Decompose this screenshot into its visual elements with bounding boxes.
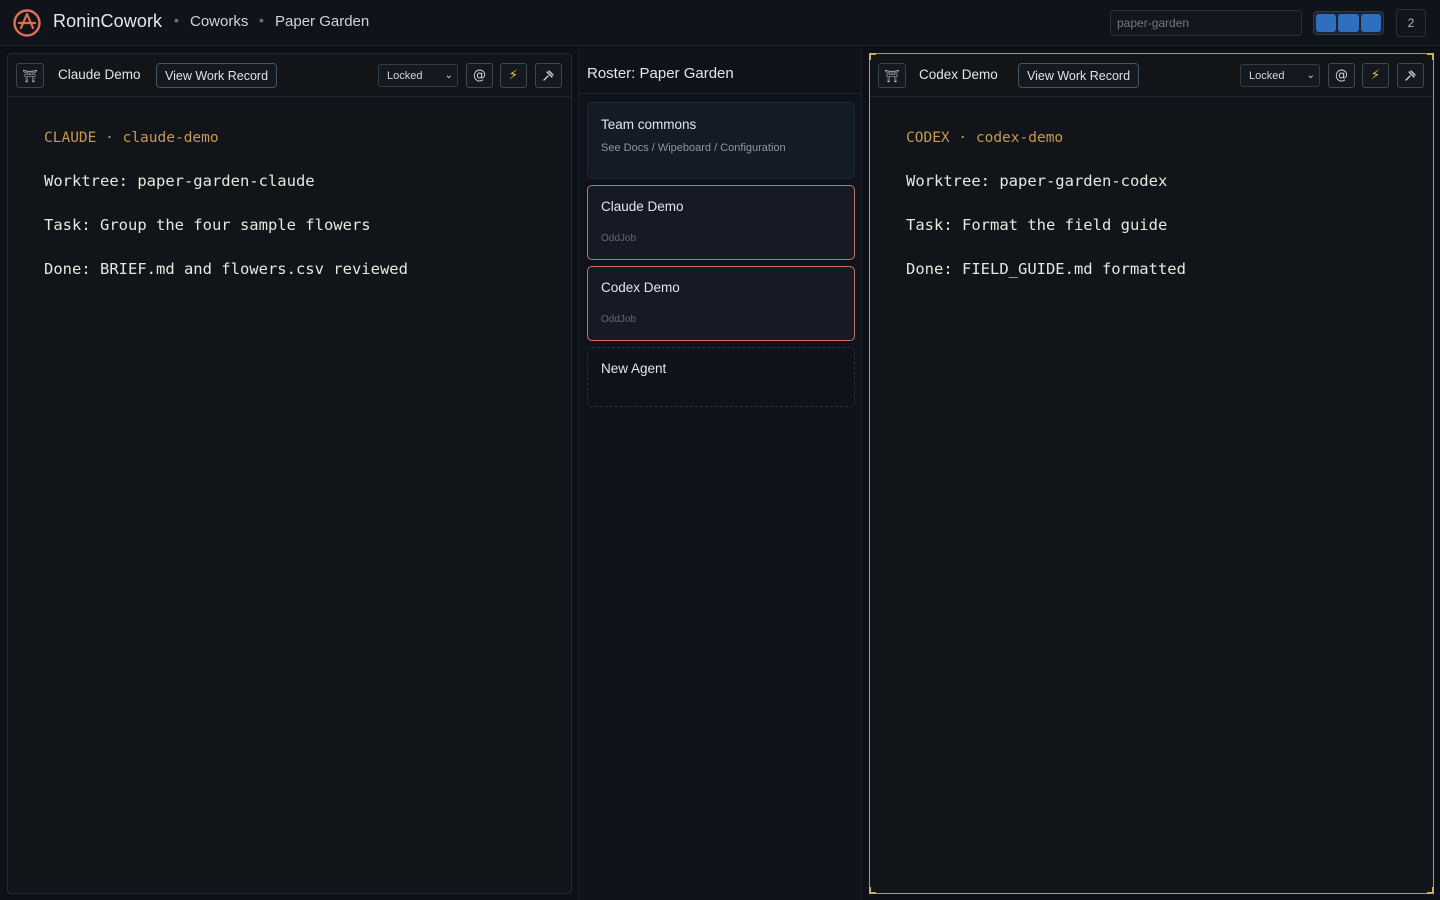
pin-icon: [1405, 70, 1416, 81]
terminal-output: CODEX · codex-demo Worktree: paper-garde…: [906, 130, 1186, 304]
roster-title: Roster: Paper Garden: [587, 65, 734, 82]
pin-icon[interactable]: [535, 63, 562, 88]
agent-role: OddJob: [601, 233, 637, 244]
mention-button[interactable]: @: [466, 63, 493, 88]
agent-type: CODEX: [906, 130, 950, 146]
divider: [579, 93, 861, 94]
roster-panel: Roster: Paper Garden Team commons See Do…: [578, 47, 862, 900]
header-separator: ·: [105, 130, 114, 146]
agent-title: Codex Demo: [919, 67, 998, 82]
agent-id: claude-demo: [122, 130, 219, 146]
pin-icon: [543, 70, 554, 81]
view-work-record-button[interactable]: View Work Record: [156, 63, 278, 88]
panel-header: ⛩ Claude Demo View Work Record Locked ⌄ …: [8, 54, 571, 97]
pane-count-button[interactable]: 2: [1396, 9, 1426, 37]
lock-mode-select[interactable]: Locked ⌄: [1240, 64, 1320, 87]
codex-agent-panel: ⛩ Codex Demo View Work Record Locked ⌄ @…: [869, 53, 1434, 894]
gate-icon[interactable]: ⛩: [878, 63, 906, 88]
terminal-header: CLAUDE · claude-demo: [44, 130, 408, 172]
roster-agent-claude[interactable]: Claude Demo OddJob: [587, 185, 855, 260]
breadcrumb-separator: •: [174, 12, 179, 28]
bolt-icon[interactable]: ⚡: [500, 63, 527, 88]
card-title: Team commons: [601, 117, 697, 132]
lock-mode-value: Locked: [1249, 69, 1285, 82]
agent-type: CLAUDE: [44, 130, 97, 146]
terminal-line: Task: Group the four sample flowers: [44, 216, 371, 234]
terminal-line: Done: BRIEF.md and flowers.csv reviewed: [44, 260, 408, 278]
lock-mode-select[interactable]: Locked ⌄: [378, 64, 458, 87]
focus-corner: [1427, 887, 1434, 894]
mention-button[interactable]: @: [1328, 63, 1355, 88]
layout-pane-icon[interactable]: [1360, 14, 1381, 32]
agent-name: Codex Demo: [601, 280, 680, 295]
panel-header: ⛩ Codex Demo View Work Record Locked ⌄ @…: [870, 54, 1433, 97]
ronin-logo-icon[interactable]: [11, 8, 43, 38]
bolt-icon[interactable]: ⚡: [1362, 63, 1389, 88]
terminal-line: Done: FIELD_GUIDE.md formatted: [906, 260, 1186, 278]
header-separator: ·: [958, 130, 968, 146]
agent-title: Claude Demo: [58, 67, 141, 82]
agent-role: OddJob: [601, 314, 637, 325]
top-bar: RoninCowork • Coworks • Paper Garden 2: [0, 0, 1440, 46]
lock-mode-value: Locked: [387, 69, 423, 82]
search-input[interactable]: [1110, 10, 1302, 36]
chevron-down-icon: ⌄: [444, 70, 453, 81]
terminal-output: CLAUDE · claude-demo Worktree: paper-gar…: [44, 130, 408, 304]
pin-icon[interactable]: [1397, 63, 1424, 88]
chevron-down-icon: ⌄: [1306, 70, 1315, 81]
new-agent-label: New Agent: [601, 361, 667, 376]
layout-pane-icon[interactable]: [1316, 14, 1337, 32]
focus-corner: [869, 887, 876, 894]
layout-toggle[interactable]: [1313, 11, 1384, 35]
team-commons-card[interactable]: Team commons See Docs / Wipeboard / Conf…: [587, 102, 855, 179]
claude-agent-panel: ⛩ Claude Demo View Work Record Locked ⌄ …: [7, 53, 572, 894]
breadcrumb-separator: •: [259, 12, 264, 28]
terminal-header: CODEX · codex-demo: [906, 130, 1186, 172]
breadcrumb-coworks[interactable]: Coworks: [190, 13, 248, 30]
app-brand[interactable]: RoninCowork: [53, 11, 162, 32]
terminal-line: Worktree: paper-garden-codex: [906, 172, 1168, 190]
agent-id: codex-demo: [975, 130, 1064, 146]
new-agent-card[interactable]: New Agent: [587, 347, 855, 407]
layout-pane-icon[interactable]: [1338, 14, 1359, 32]
commons-links[interactable]: See Docs / Wipeboard / Configuration: [601, 142, 786, 154]
agent-name: Claude Demo: [601, 199, 684, 214]
view-work-record-button[interactable]: View Work Record: [1018, 63, 1140, 88]
gate-icon[interactable]: ⛩: [16, 63, 44, 88]
roster-agent-codex[interactable]: Codex Demo OddJob: [587, 266, 855, 341]
breadcrumb-paper-garden[interactable]: Paper Garden: [275, 13, 369, 30]
terminal-line: Worktree: paper-garden-claude: [44, 172, 315, 190]
terminal-line: Task: Format the field guide: [906, 216, 1168, 234]
